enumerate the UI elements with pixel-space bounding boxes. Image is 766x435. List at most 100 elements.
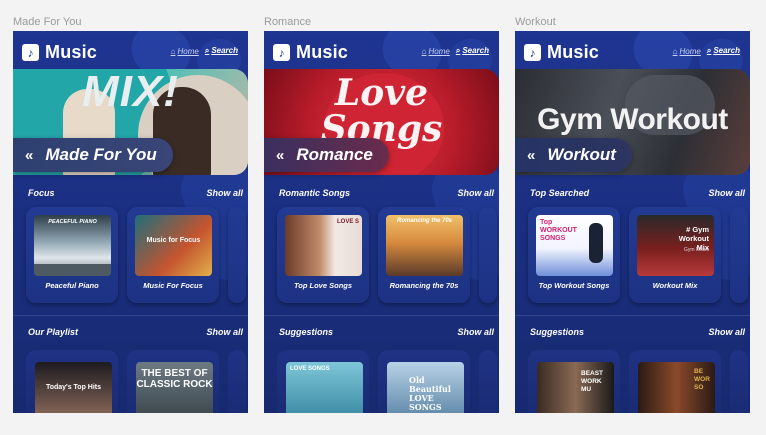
playlist-card[interactable]: Old Beautiful LOVE SONGS: [378, 350, 470, 413]
nav-search-link[interactable]: ⌕ Search: [456, 46, 489, 56]
back-chevron-icon[interactable]: «: [527, 147, 535, 164]
playlist-card[interactable]: Romancing the 70s Romancing the 70s: [378, 207, 470, 303]
section-header: Focus Show all: [13, 188, 248, 198]
playlist-card[interactable]: LOVE SONGS: [277, 350, 369, 413]
section-title: Focus: [28, 188, 55, 198]
section-title: Suggestions: [279, 327, 334, 337]
album-art: Top WORKOUT SONGS: [536, 215, 613, 276]
album-art: BEAST WORK MU: [537, 362, 614, 413]
hero-banner-text: MIX!: [82, 69, 179, 116]
section-header: Suggestions Show all: [515, 327, 750, 337]
album-art: PEACEFUL PIANO: [34, 215, 111, 276]
divider: [515, 315, 750, 316]
card-row: LOVE S Top Love Songs Romancing the 70s …: [277, 207, 497, 303]
card-row: BEAST WORK MU BE WOR SO: [528, 350, 748, 413]
show-all-link[interactable]: Show all: [206, 188, 243, 198]
search-icon: ⌕: [455, 46, 461, 55]
card-caption: Top Workout Songs: [538, 281, 610, 290]
screen-made-for-you: ♪ Music ⌂ Home ⌕ Search MIX! « Made For Yo…: [13, 31, 248, 413]
album-art: THE BEST OF CLASSIC ROCK: [136, 362, 213, 413]
app-logo[interactable]: ♪ Music: [273, 42, 348, 63]
playlist-card[interactable]: BE WOR SO: [629, 350, 721, 413]
card-caption: Workout Mix: [652, 281, 698, 290]
search-icon: ⌕: [204, 46, 210, 55]
album-art: BE WOR SO: [638, 362, 715, 413]
nav-search-link[interactable]: ⌕ Search: [707, 46, 740, 56]
hero-title: « Romance: [264, 138, 389, 172]
playlist-card[interactable]: [228, 350, 246, 413]
hero-banner-text: Gym Workout: [537, 103, 728, 136]
music-note-icon: ♪: [273, 44, 290, 61]
playlist-card[interactable]: [730, 350, 748, 413]
album-art: LOVE SONGS: [286, 362, 363, 413]
playlist-card[interactable]: THE BEST OF CLASSIC ROCK: [127, 350, 219, 413]
playlist-card[interactable]: Today's Top Hits: [26, 350, 118, 413]
screen-workout: ♪ Music ⌂ Home ⌕ Search Gym Workout « Work…: [515, 31, 750, 413]
section-header: Our Playlist Show all: [13, 327, 248, 337]
home-icon: ⌂: [170, 46, 176, 56]
back-chevron-icon[interactable]: «: [276, 147, 284, 164]
music-note-icon: ♪: [524, 44, 541, 61]
playlist-card[interactable]: PEACEFUL PIANO Peaceful Piano: [26, 207, 118, 303]
nav-home-link[interactable]: ⌂ Home: [422, 47, 450, 56]
screen-romance: ♪ Music ⌂ Home ⌕ Search Love Songs « Roman…: [264, 31, 499, 413]
section-title: Top Searched: [530, 188, 590, 198]
show-all-link[interactable]: Show all: [708, 188, 745, 198]
card-caption: Music For Focus: [143, 281, 203, 290]
card-caption: Peaceful Piano: [45, 281, 99, 290]
home-icon: ⌂: [421, 46, 427, 56]
music-note-icon: ♪: [22, 44, 39, 61]
frame-label: Romance: [264, 16, 312, 28]
album-art: LOVE S: [285, 215, 362, 276]
playlist-card[interactable]: [479, 207, 497, 303]
logo-text: Music: [547, 42, 600, 62]
album-art: Romancing the 70s: [386, 215, 463, 276]
logo-text: Music: [45, 42, 98, 62]
playlist-card[interactable]: [479, 350, 497, 413]
playlist-card[interactable]: [228, 207, 246, 303]
playlist-card[interactable]: # Gym Workout Mix Gym Music Workout Mix: [629, 207, 721, 303]
card-caption: Top Love Songs: [293, 281, 353, 290]
show-all-link[interactable]: Show all: [708, 327, 745, 337]
hero-title: « Made For You: [13, 138, 173, 172]
section-title: Romantic Songs: [279, 188, 351, 198]
playlist-card[interactable]: LOVE S Top Love Songs: [277, 207, 369, 303]
nav-home-link[interactable]: ⌂ Home: [171, 47, 199, 56]
playlist-card[interactable]: Music for Focus Music For Focus: [127, 207, 219, 303]
top-nav: ⌂ Home ⌕ Search: [422, 46, 489, 56]
section-header: Suggestions Show all: [264, 327, 499, 337]
home-icon: ⌂: [672, 46, 678, 56]
app-logo[interactable]: ♪ Music: [22, 42, 97, 63]
top-nav: ⌂ Home ⌕ Search: [673, 46, 740, 56]
album-art: Today's Top Hits: [35, 362, 112, 413]
section-header: Top Searched Show all: [515, 188, 750, 198]
playlist-card[interactable]: [730, 207, 748, 303]
section-header: Romantic Songs Show all: [264, 188, 499, 198]
card-row: LOVE SONGS Old Beautiful LOVE SONGS: [277, 350, 497, 413]
nav-search-link[interactable]: ⌕ Search: [205, 46, 238, 56]
show-all-link[interactable]: Show all: [457, 327, 494, 337]
playlist-card[interactable]: Top WORKOUT SONGS Top Workout Songs: [528, 207, 620, 303]
show-all-link[interactable]: Show all: [206, 327, 243, 337]
back-chevron-icon[interactable]: «: [25, 147, 33, 164]
nav-home-link[interactable]: ⌂ Home: [673, 47, 701, 56]
hero-banner-text: Love Songs: [320, 72, 443, 150]
top-nav: ⌂ Home ⌕ Search: [171, 46, 238, 56]
app-logo[interactable]: ♪ Music: [524, 42, 599, 63]
show-all-link[interactable]: Show all: [457, 188, 494, 198]
card-row: Today's Top Hits THE BEST OF CLASSIC ROC…: [26, 350, 246, 413]
section-title: Suggestions: [530, 327, 585, 337]
hero-title: « Workout: [515, 138, 632, 172]
card-caption: Romancing the 70s: [389, 281, 459, 290]
frame-label: Made For You: [13, 16, 82, 28]
divider: [264, 315, 499, 316]
album-art: Music for Focus: [135, 215, 212, 276]
section-title: Our Playlist: [28, 327, 79, 337]
divider: [13, 315, 248, 316]
frame-label: Workout: [515, 16, 556, 28]
album-art: Old Beautiful LOVE SONGS: [387, 362, 464, 413]
playlist-card[interactable]: BEAST WORK MU: [528, 350, 620, 413]
album-art: # Gym Workout Mix Gym Music: [637, 215, 714, 276]
card-row: PEACEFUL PIANO Peaceful Piano Music for …: [26, 207, 246, 303]
search-icon: ⌕: [706, 46, 712, 55]
